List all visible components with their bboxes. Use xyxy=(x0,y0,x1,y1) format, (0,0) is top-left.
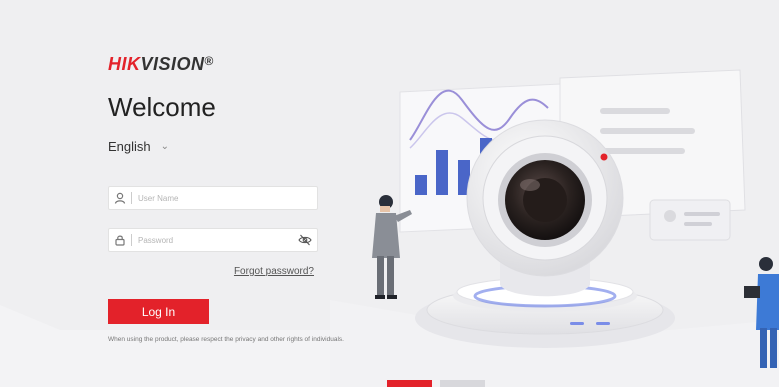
eye-off-icon[interactable] xyxy=(298,234,312,246)
password-input[interactable] xyxy=(138,235,317,245)
username-input[interactable] xyxy=(138,193,317,203)
logo-hik-text: HIK xyxy=(108,54,141,74)
welcome-title: Welcome xyxy=(108,92,216,122)
password-field[interactable] xyxy=(108,228,318,252)
username-field[interactable] xyxy=(108,186,318,210)
language-select[interactable]: English ⌄ xyxy=(108,139,169,154)
chevron-down-icon: ⌄ xyxy=(160,141,170,152)
logo-vision-text: VISION xyxy=(140,54,205,74)
language-label: English xyxy=(108,139,151,154)
hikvision-logo: HIKVISION® xyxy=(108,54,214,75)
login-button[interactable]: Log In xyxy=(108,299,209,324)
username-separator xyxy=(131,192,132,204)
login-page: HIKVISION® Welcome English ⌄ User Name F… xyxy=(0,0,779,387)
forgot-password-link[interactable]: Forgot password? xyxy=(234,266,314,277)
user-icon xyxy=(109,192,131,204)
password-separator xyxy=(131,234,132,246)
privacy-notice: When using the product, please respect t… xyxy=(108,336,344,343)
logo-registered-mark: ® xyxy=(204,54,214,68)
lock-icon xyxy=(109,234,131,246)
